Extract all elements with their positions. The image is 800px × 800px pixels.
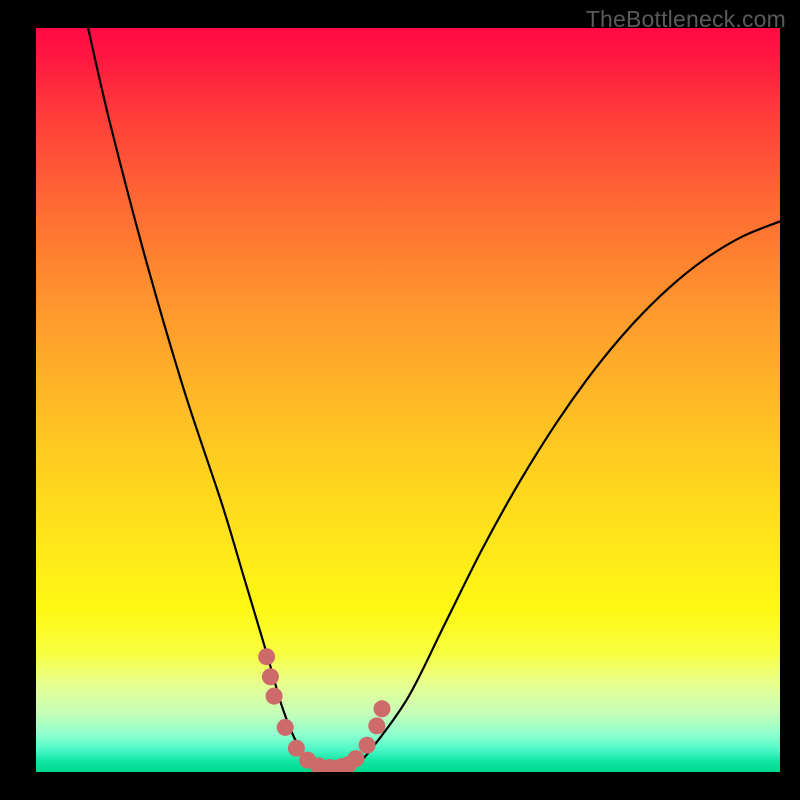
- highlight-dot: [288, 740, 305, 757]
- highlight-dot: [347, 750, 364, 767]
- highlight-dot: [359, 737, 376, 754]
- watermark-text: TheBottleneck.com: [586, 6, 786, 33]
- highlight-dot: [299, 752, 316, 769]
- curve-layer: [36, 28, 780, 772]
- highlight-dot: [310, 758, 327, 773]
- highlight-dot: [368, 717, 385, 734]
- highlight-dot: [340, 756, 357, 772]
- highlight-dot: [333, 758, 350, 772]
- highlight-dot: [262, 668, 279, 685]
- chart-frame: TheBottleneck.com: [0, 0, 800, 800]
- bottleneck-curve: [88, 28, 780, 772]
- highlight-dot: [277, 719, 294, 736]
- highlight-dot: [374, 700, 391, 717]
- highlight-dot: [258, 648, 275, 665]
- plot-area: [36, 28, 780, 772]
- highlight-markers: [258, 648, 390, 772]
- highlight-dot: [266, 688, 283, 705]
- highlight-dot: [321, 759, 338, 772]
